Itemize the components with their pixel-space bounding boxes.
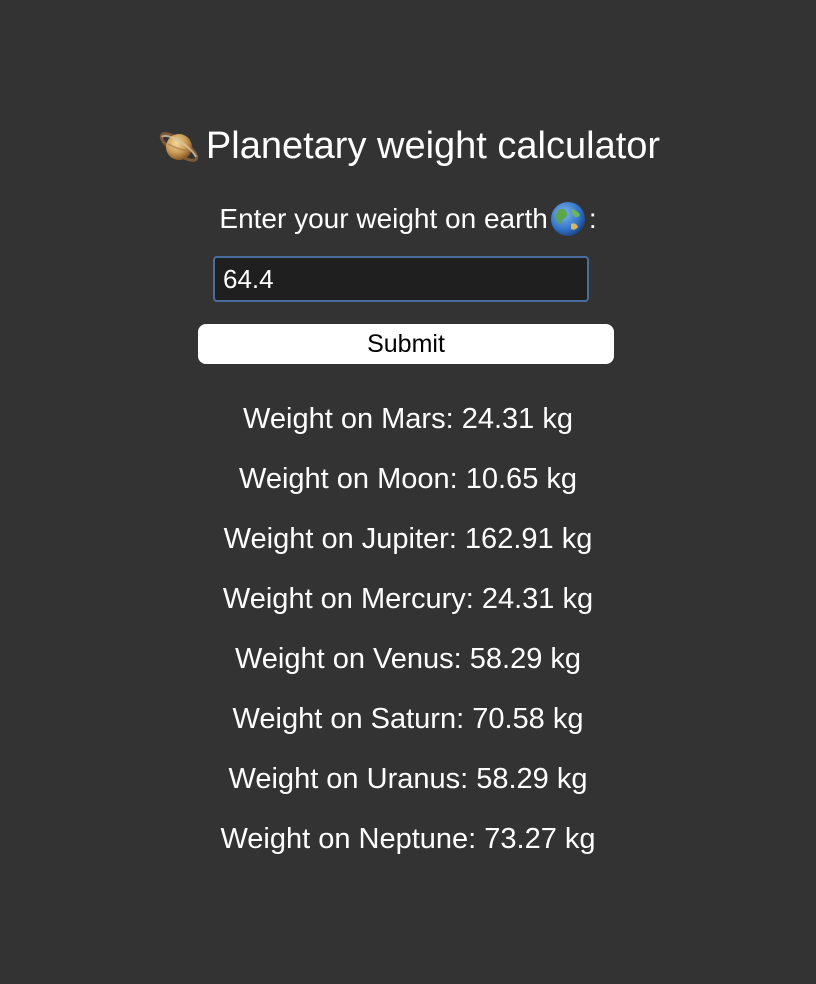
page-title: Planetary weight calculator [0, 118, 816, 174]
result-neptune: Weight on Neptune: 73.27 kg [220, 823, 596, 855]
result-mars: Weight on Mars: 24.31 kg [243, 403, 573, 435]
ringed-planet-icon [156, 123, 202, 169]
result-mercury: Weight on Mercury: 24.31 kg [222, 583, 594, 615]
submit-button[interactable]: Submit [198, 324, 614, 364]
prompt-colon: : [588, 203, 597, 234]
result-jupiter: Weight on Jupiter: 162.91 kg [223, 523, 593, 555]
globe-icon [549, 200, 587, 238]
result-venus: Weight on Venus: 58.29 kg [234, 643, 582, 675]
result-moon: Weight on Moon: 10.65 kg [238, 463, 578, 495]
weight-prompt-label: Enter your weight on earth : [0, 198, 816, 240]
prompt-text: Enter your weight on earth [219, 203, 548, 234]
results-list: Weight on Mars: 24.31 kg Weight on Moon:… [0, 396, 816, 876]
result-saturn: Weight on Saturn: 70.58 kg [232, 703, 584, 735]
title-text: Planetary weight calculator [205, 124, 661, 167]
earth-weight-input[interactable] [213, 256, 589, 302]
planetary-weight-page: Planetary weight calculator Enter your w… [0, 0, 816, 984]
result-uranus: Weight on Uranus: 58.29 kg [228, 763, 588, 795]
